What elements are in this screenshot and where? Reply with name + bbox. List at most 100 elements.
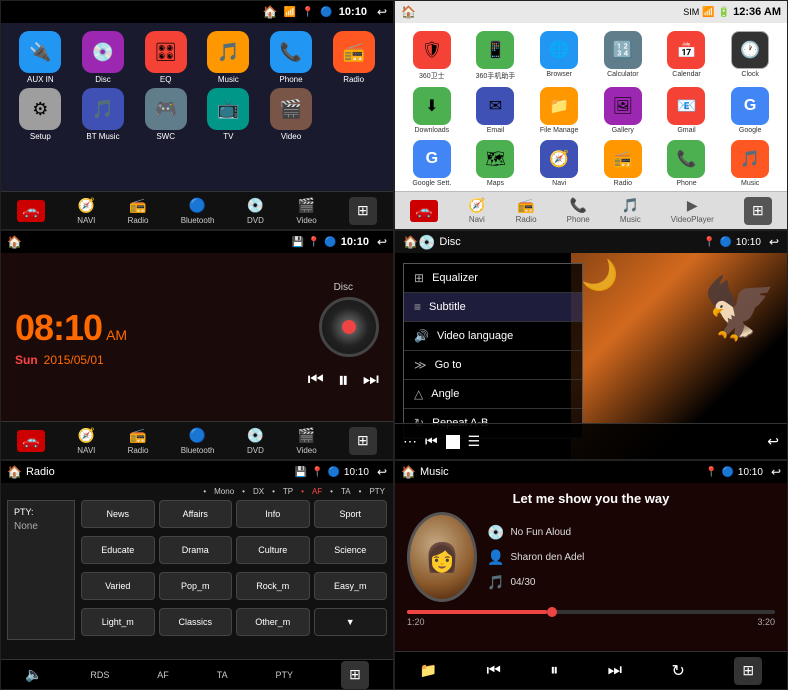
- app-360helper[interactable]: 📱 360手机助手: [467, 31, 525, 81]
- app-google[interactable]: G Google: [721, 87, 779, 134]
- prev-button-p6[interactable]: ⏮: [487, 662, 501, 680]
- p2-nav-phone[interactable]: 📞 Phone: [567, 197, 590, 224]
- back-icon-p5[interactable]: ↩: [377, 465, 387, 479]
- app-eq[interactable]: 🎛 EQ: [136, 31, 195, 84]
- back-icon-p4[interactable]: ↩: [769, 235, 779, 249]
- app-browser[interactable]: 🌐 Browser: [530, 31, 588, 81]
- progress-bar[interactable]: [407, 610, 775, 614]
- grid-button-p5[interactable]: ⊞: [341, 661, 369, 689]
- grid-view-button-p2[interactable]: ⊞: [744, 197, 772, 225]
- btn-light-m[interactable]: Light_m: [81, 608, 155, 636]
- menu-subtitle[interactable]: ≡ Subtitle: [404, 293, 582, 322]
- repeat-button-p6[interactable]: ↻: [671, 661, 684, 681]
- btn-info[interactable]: Info: [236, 500, 310, 528]
- folder-button[interactable]: 📁: [420, 662, 437, 679]
- app-radio[interactable]: 📻 Radio: [324, 31, 383, 84]
- back-icon-p3[interactable]: ↩: [377, 235, 387, 249]
- repeat-btn[interactable]: ↩: [767, 433, 779, 450]
- app-360weishi[interactable]: 🛡 360卫士: [403, 31, 461, 81]
- progress-thumb[interactable]: [547, 607, 557, 617]
- app-navi-p2[interactable]: 🧭 Navi: [530, 140, 588, 187]
- play-pause-button[interactable]: ⏸: [338, 367, 349, 393]
- p3-nav-dvd[interactable]: 💿 DVD: [247, 427, 264, 455]
- btn-culture[interactable]: Culture: [236, 536, 310, 564]
- home-icon-p6[interactable]: 🏠: [401, 465, 416, 479]
- app-filemanage[interactable]: 📁 File Manage: [530, 87, 588, 134]
- app-maps[interactable]: 🗺 Maps: [467, 140, 525, 187]
- menu-goto[interactable]: ≫ Go to: [404, 351, 582, 380]
- app-phone-p2[interactable]: 📞 Phone: [658, 140, 716, 187]
- app-calculator[interactable]: 🔢 Calculator: [594, 31, 652, 81]
- app-video[interactable]: 🎬 Video: [262, 88, 321, 141]
- back-icon-p6[interactable]: ↩: [771, 465, 781, 479]
- app-disc[interactable]: 💿 Disc: [74, 31, 133, 84]
- stop-button[interactable]: [446, 435, 460, 449]
- p2-nav-music[interactable]: 🎵 Music: [620, 197, 641, 224]
- play-pause-button-p6[interactable]: ⏸: [550, 662, 558, 680]
- btn-educate[interactable]: Educate: [81, 536, 155, 564]
- prev-button[interactable]: ⏮: [308, 369, 324, 390]
- ta-button[interactable]: TA: [217, 670, 228, 680]
- home-icon-p4[interactable]: 🏠: [403, 235, 418, 249]
- car-home-button[interactable]: 🚗: [17, 200, 45, 222]
- nav-radio[interactable]: 📻 Radio: [128, 197, 149, 225]
- p3-nav-bluetooth[interactable]: 🔵 Bluetooth: [181, 427, 215, 455]
- btn-easy-m[interactable]: Easy_m: [314, 572, 388, 600]
- menu-angle[interactable]: △ Angle: [404, 380, 582, 409]
- grid-button-p6[interactable]: ⊞: [734, 657, 762, 685]
- app-swc[interactable]: 🎮 SWC: [136, 88, 195, 141]
- btn-drama[interactable]: Drama: [159, 536, 233, 564]
- back-icon[interactable]: ↩: [377, 5, 387, 19]
- home-icon-p5[interactable]: 🏠: [7, 465, 22, 479]
- menu-video-language[interactable]: 🔊 Video language: [404, 322, 582, 351]
- grid-button-p3[interactable]: ⊞: [349, 427, 377, 455]
- app-downloads[interactable]: ⬇ Downloads: [403, 87, 461, 134]
- pty-button[interactable]: PTY: [276, 670, 294, 680]
- home-icon-p2[interactable]: 🏠: [401, 5, 416, 19]
- p2-nav-videoplayer[interactable]: ▶ VideoPlayer: [671, 197, 714, 224]
- car-button-p2[interactable]: 🚗: [410, 200, 438, 222]
- volume-icon[interactable]: 🔈: [25, 666, 42, 683]
- app-bt-music[interactable]: 🎵 BT Music: [74, 88, 133, 141]
- app-calendar[interactable]: 📅 Calendar: [658, 31, 716, 81]
- app-gallery[interactable]: 🖼 Gallery: [594, 87, 652, 134]
- next-button-p6[interactable]: ⏭: [608, 662, 622, 680]
- p2-nav-radio[interactable]: 📻 Radio: [516, 197, 537, 224]
- p3-nav-video[interactable]: 🎬 Video: [296, 427, 316, 455]
- btn-other-m[interactable]: Other_m: [236, 608, 310, 636]
- app-music-p2[interactable]: 🎵 Music: [721, 140, 779, 187]
- btn-varied[interactable]: Varied: [81, 572, 155, 600]
- app-setup[interactable]: ⚙ Setup: [11, 88, 70, 141]
- app-gmail[interactable]: 📧 Gmail: [658, 87, 716, 134]
- btn-science[interactable]: Science: [314, 536, 388, 564]
- app-radio-p2[interactable]: 📻 Radio: [594, 140, 652, 187]
- btn-sport[interactable]: Sport: [314, 500, 388, 528]
- app-google-settings[interactable]: G Google Sett.: [403, 140, 461, 187]
- btn-scroll-down[interactable]: ▼: [314, 608, 388, 636]
- btn-classics[interactable]: Classics: [159, 608, 233, 636]
- rds-button[interactable]: RDS: [90, 670, 109, 680]
- btn-pop-m[interactable]: Pop_m: [159, 572, 233, 600]
- app-tv[interactable]: 📺 TV: [199, 88, 258, 141]
- playlist-btn[interactable]: ☰: [468, 433, 481, 450]
- btn-rock-m[interactable]: Rock_m: [236, 572, 310, 600]
- app-aux-in[interactable]: 🔌 AUX IN: [11, 31, 70, 84]
- home-icon-p3[interactable]: 🏠: [7, 235, 22, 249]
- home-icon[interactable]: 🏠: [262, 5, 277, 19]
- nav-video[interactable]: 🎬 Video: [296, 197, 316, 225]
- af-button[interactable]: AF: [157, 670, 169, 680]
- p3-nav-navi[interactable]: 🧭 NAVI: [77, 427, 95, 455]
- prev-btn-p4[interactable]: ⏮: [425, 433, 438, 450]
- p2-nav-navi[interactable]: 🧭 Navi: [468, 197, 485, 224]
- car-button-p3[interactable]: 🚗: [17, 430, 45, 452]
- p3-nav-radio[interactable]: 📻 Radio: [128, 427, 149, 455]
- menu-equalizer[interactable]: ⊞ Equalizer: [404, 264, 582, 293]
- btn-affairs[interactable]: Affairs: [159, 500, 233, 528]
- app-clock[interactable]: 🕐 Clock: [721, 31, 779, 81]
- nav-navi[interactable]: 🧭 NAVI: [77, 197, 95, 225]
- app-email[interactable]: ✉ Email: [467, 87, 525, 134]
- nav-dvd[interactable]: 💿 DVD: [247, 197, 264, 225]
- nav-bluetooth[interactable]: 🔵 Bluetooth: [181, 197, 215, 225]
- app-music[interactable]: 🎵 Music: [199, 31, 258, 84]
- app-phone[interactable]: 📞 Phone: [262, 31, 321, 84]
